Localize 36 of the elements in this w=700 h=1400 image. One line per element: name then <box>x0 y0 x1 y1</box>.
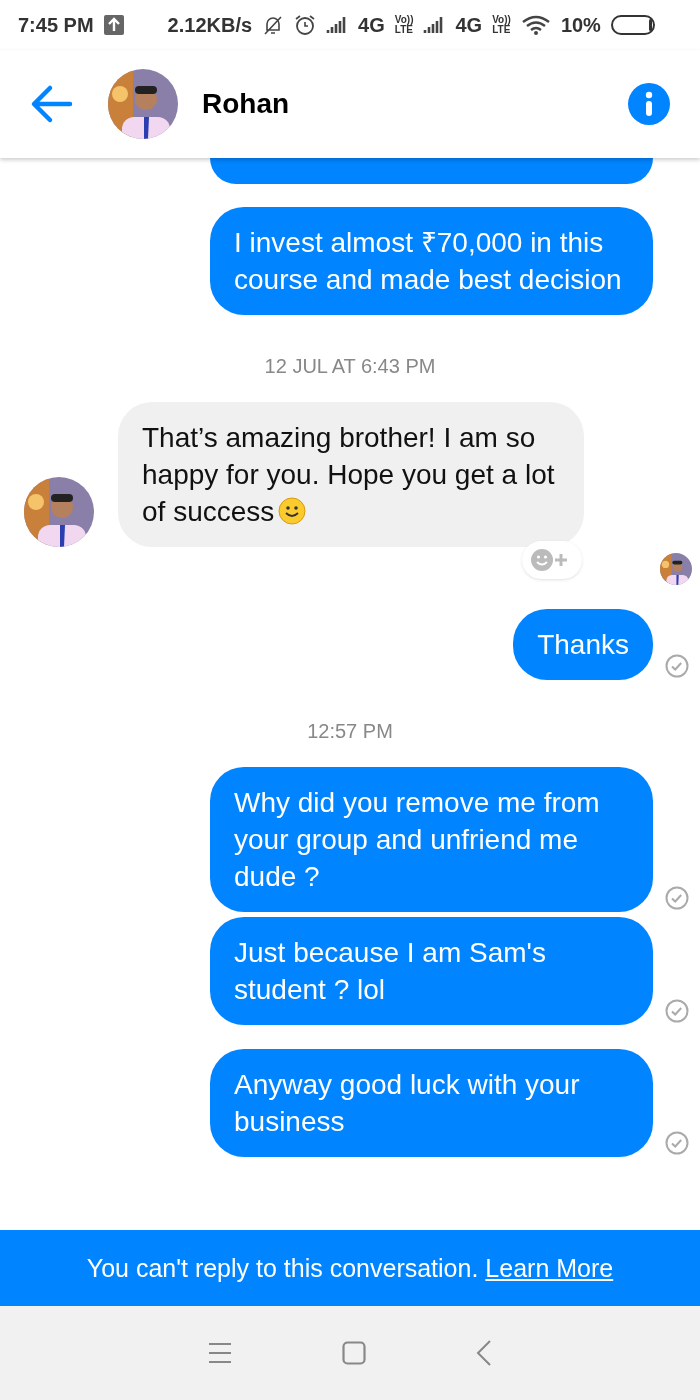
volte-label: Vo)) <box>492 15 511 25</box>
check-circle-icon <box>664 999 689 1023</box>
muted-bell-icon <box>262 14 285 36</box>
message-bubble: Just because I am Sam's student ? lol <box>210 917 653 1025</box>
alarm-icon <box>294 14 317 36</box>
battery-icon <box>610 14 657 36</box>
volte-label: LTE <box>394 25 414 35</box>
wifi-icon <box>520 14 551 36</box>
message-bubble: Anyway good luck with your business <box>210 1049 653 1157</box>
learn-more-link[interactable]: Learn More <box>485 1253 614 1283</box>
timestamp: 12 JUL AT 6:43 PM <box>263 355 437 378</box>
volte-label: LTE <box>492 25 511 35</box>
add-reaction-button[interactable] <box>522 541 582 579</box>
network-type: 4G <box>358 13 385 37</box>
check-circle-icon <box>664 1131 689 1155</box>
battery-percent: 10% <box>560 13 601 37</box>
check-circle-icon <box>664 886 689 910</box>
timestamp: 12:57 PM <box>306 720 394 743</box>
contact-name: Rohan <box>202 88 291 120</box>
info-icon[interactable] <box>628 83 670 125</box>
home-square-icon[interactable] <box>342 1341 366 1365</box>
volte-label: Vo)) <box>394 15 414 25</box>
network-speed: 2.12KB/s <box>167 13 253 37</box>
message-bubble: Why did you remove me from your group and unfriend me dude ? <box>210 767 653 912</box>
network-type: 4G <box>455 13 483 37</box>
menu-icon[interactable] <box>208 1342 232 1364</box>
message-bubble: I invest almost ₹70,000 in this course and made best decision <box>210 207 653 315</box>
notice-text: You can't reply to this conversation. <box>86 1253 479 1283</box>
message-bubble: That’s amazing brother! I am so happy for you. Hope you get a lot of success <box>118 402 584 547</box>
back-arrow-icon[interactable] <box>30 84 74 124</box>
upload-icon <box>103 15 124 35</box>
clock: 7:45 PM <box>18 13 94 37</box>
back-chevron-icon[interactable] <box>476 1340 492 1366</box>
message-bubble: Thanks <box>513 609 653 680</box>
seen-avatar <box>660 553 692 585</box>
check-circle-icon <box>664 654 689 678</box>
